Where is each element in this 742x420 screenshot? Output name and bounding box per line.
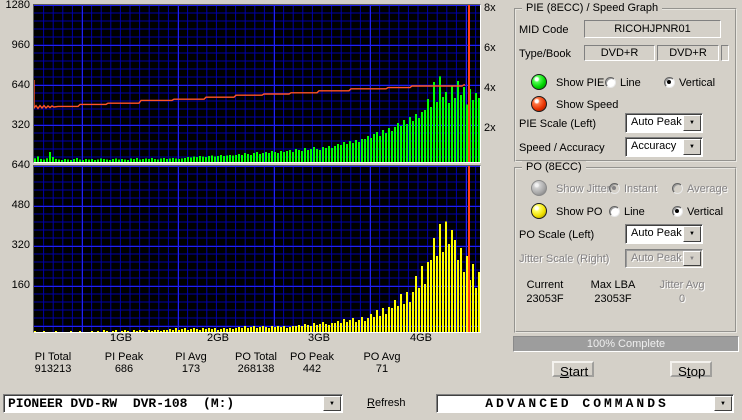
stat-label: PO Avg — [363, 351, 401, 363]
jitter-instant-label: Instant — [624, 183, 658, 195]
stat-value: 442 — [302, 363, 322, 375]
current-label: Current — [526, 279, 564, 291]
chevron-down-icon: ▼ — [683, 251, 701, 266]
pie-ytick: 960 — [11, 39, 30, 51]
po-line-radio[interactable] — [609, 206, 620, 217]
speed-ytick: 6x — [484, 42, 496, 54]
speed-ytick: 8x — [484, 2, 496, 14]
jitter-average-radio — [672, 183, 683, 194]
po-scale-label: PO Scale (Left) — [519, 229, 595, 241]
show-speed-led-button[interactable] — [531, 96, 547, 112]
stat-po-total: PO Total 268138 — [235, 351, 277, 375]
speed-accuracy-value: Accuracy — [631, 140, 677, 152]
x-axis-tick: 1GB — [109, 332, 133, 344]
pie-group-title: PIE (8ECC) / Speed Graph — [522, 2, 663, 15]
speed-accuracy-label: Speed / Accuracy — [519, 142, 605, 154]
speed-ytick: 4x — [484, 82, 496, 94]
stat-label: PI Total — [34, 351, 72, 363]
po-vertical-radio[interactable] — [672, 206, 683, 217]
stat-label: PI Avg — [175, 351, 207, 363]
pie-speed-graph — [33, 4, 481, 163]
show-speed-label: Show Speed — [556, 99, 619, 111]
jitter-instant-radio — [609, 183, 620, 194]
speed-accuracy-dropdown[interactable]: Accuracy ▼ — [625, 137, 703, 157]
chevron-down-icon[interactable]: ▼ — [683, 226, 701, 242]
pie-line-radio[interactable] — [605, 77, 616, 88]
stat-po-avg: PO Avg 71 — [363, 351, 400, 375]
speed-ytick: 2x — [484, 122, 496, 134]
show-po-led-button[interactable] — [531, 203, 547, 219]
po-graph — [33, 165, 481, 333]
show-po-label: Show PO — [556, 206, 603, 218]
stat-value: 913213 — [34, 363, 72, 375]
pie-vertical-radio[interactable] — [664, 77, 675, 88]
chevron-down-icon[interactable]: ▼ — [714, 396, 732, 411]
stat-value: 173 — [181, 363, 201, 375]
drive-selector-dropdown[interactable]: PIONEER DVD-RW DVR-108 (M:) ▼ — [3, 394, 343, 413]
po-group-title: PO (8ECC) — [522, 161, 586, 174]
show-pie-label: Show PIE — [556, 77, 605, 89]
po-ytick: 160 — [11, 279, 30, 291]
commands-value: ADVANCED COMMANDS — [485, 396, 669, 411]
type-book-field-extra — [721, 45, 729, 61]
start-button[interactable]: Start — [552, 361, 594, 379]
max-lba-label: Max LBA — [590, 279, 636, 291]
stat-pi-avg: PI Avg 173 — [175, 351, 207, 375]
jitter-average-label: Average — [687, 183, 728, 195]
current-value: 23053F — [526, 293, 564, 305]
jitter-scale-dropdown: Auto Peak ▼ — [625, 249, 703, 268]
po-line-label: Line — [624, 206, 645, 218]
stat-pi-total: PI Total 913213 — [35, 351, 72, 375]
pie-vertical-label: Vertical — [679, 77, 716, 89]
x-axis-tick: 2GB — [206, 332, 230, 344]
stop-button[interactable]: Stop — [670, 361, 712, 379]
mid-code-field: RICOHJPNR01 — [584, 20, 721, 38]
max-lba-value: 23053F — [594, 293, 632, 305]
x-axis-tick: 3GB — [307, 332, 331, 344]
jitter-avg-label: Jitter Avg — [659, 279, 705, 291]
jitter-scale-label: Jitter Scale (Right) — [519, 253, 610, 265]
po-scale-value: Auto Peak — [631, 227, 682, 239]
stat-value: 686 — [114, 363, 134, 375]
po-ytick: 480 — [11, 199, 30, 211]
po-vertical-label: Vertical — [687, 206, 724, 218]
type-book-field-2: DVD+R — [657, 45, 719, 61]
pie-ytick: 640 — [11, 79, 30, 91]
stat-value: 268138 — [237, 363, 275, 375]
po-ytick: 640 — [11, 159, 30, 171]
pie-speed-plot — [34, 5, 480, 162]
stat-label: PI Peak — [104, 351, 144, 363]
pie-scale-value: Auto Peak — [631, 116, 682, 128]
stat-po-peak: PO Peak 442 — [290, 351, 334, 375]
chevron-down-icon[interactable]: ▼ — [683, 115, 701, 131]
chevron-down-icon[interactable]: ▼ — [323, 396, 341, 411]
pie-line-label: Line — [620, 77, 641, 89]
pie-ytick: 1280 — [5, 0, 30, 11]
po-scale-dropdown[interactable]: Auto Peak ▼ — [625, 224, 703, 244]
stat-value: 71 — [375, 363, 389, 375]
stat-label: PO Peak — [289, 351, 335, 363]
commands-dropdown[interactable]: ADVANCED COMMANDS ▼ — [436, 394, 734, 413]
show-jitter-led-button — [531, 180, 547, 196]
pie-ytick: 320 — [11, 119, 30, 131]
po-plot — [34, 166, 480, 332]
stat-pi-peak: PI Peak 686 — [105, 351, 144, 375]
show-pie-led-button[interactable] — [531, 74, 547, 90]
scan-progress-bar: 100% Complete — [513, 336, 739, 352]
x-axis-tick: 4GB — [409, 332, 433, 344]
chevron-down-icon[interactable]: ▼ — [683, 139, 701, 155]
show-jitter-label: Show Jitter — [556, 183, 611, 195]
po-ytick: 320 — [11, 239, 30, 251]
jitter-avg-value: 0 — [678, 293, 686, 305]
type-book-label: Type/Book — [519, 48, 571, 60]
pie-scale-dropdown[interactable]: Auto Peak ▼ — [625, 113, 703, 133]
jitter-scale-value: Auto Peak — [631, 252, 682, 264]
pie-scale-label: PIE Scale (Left) — [519, 118, 597, 130]
drive-selector-value: PIONEER DVD-RW DVR-108 (M:) — [8, 396, 235, 411]
stat-label: PO Total — [235, 351, 277, 363]
type-book-field-1: DVD+R — [584, 45, 655, 61]
refresh-label[interactable]: Refresh — [367, 397, 406, 409]
mid-code-label: MID Code — [519, 24, 569, 36]
disc-quality-scanner-window: 1280 960 640 320 640 480 320 160 8x 6x 4… — [0, 0, 742, 420]
